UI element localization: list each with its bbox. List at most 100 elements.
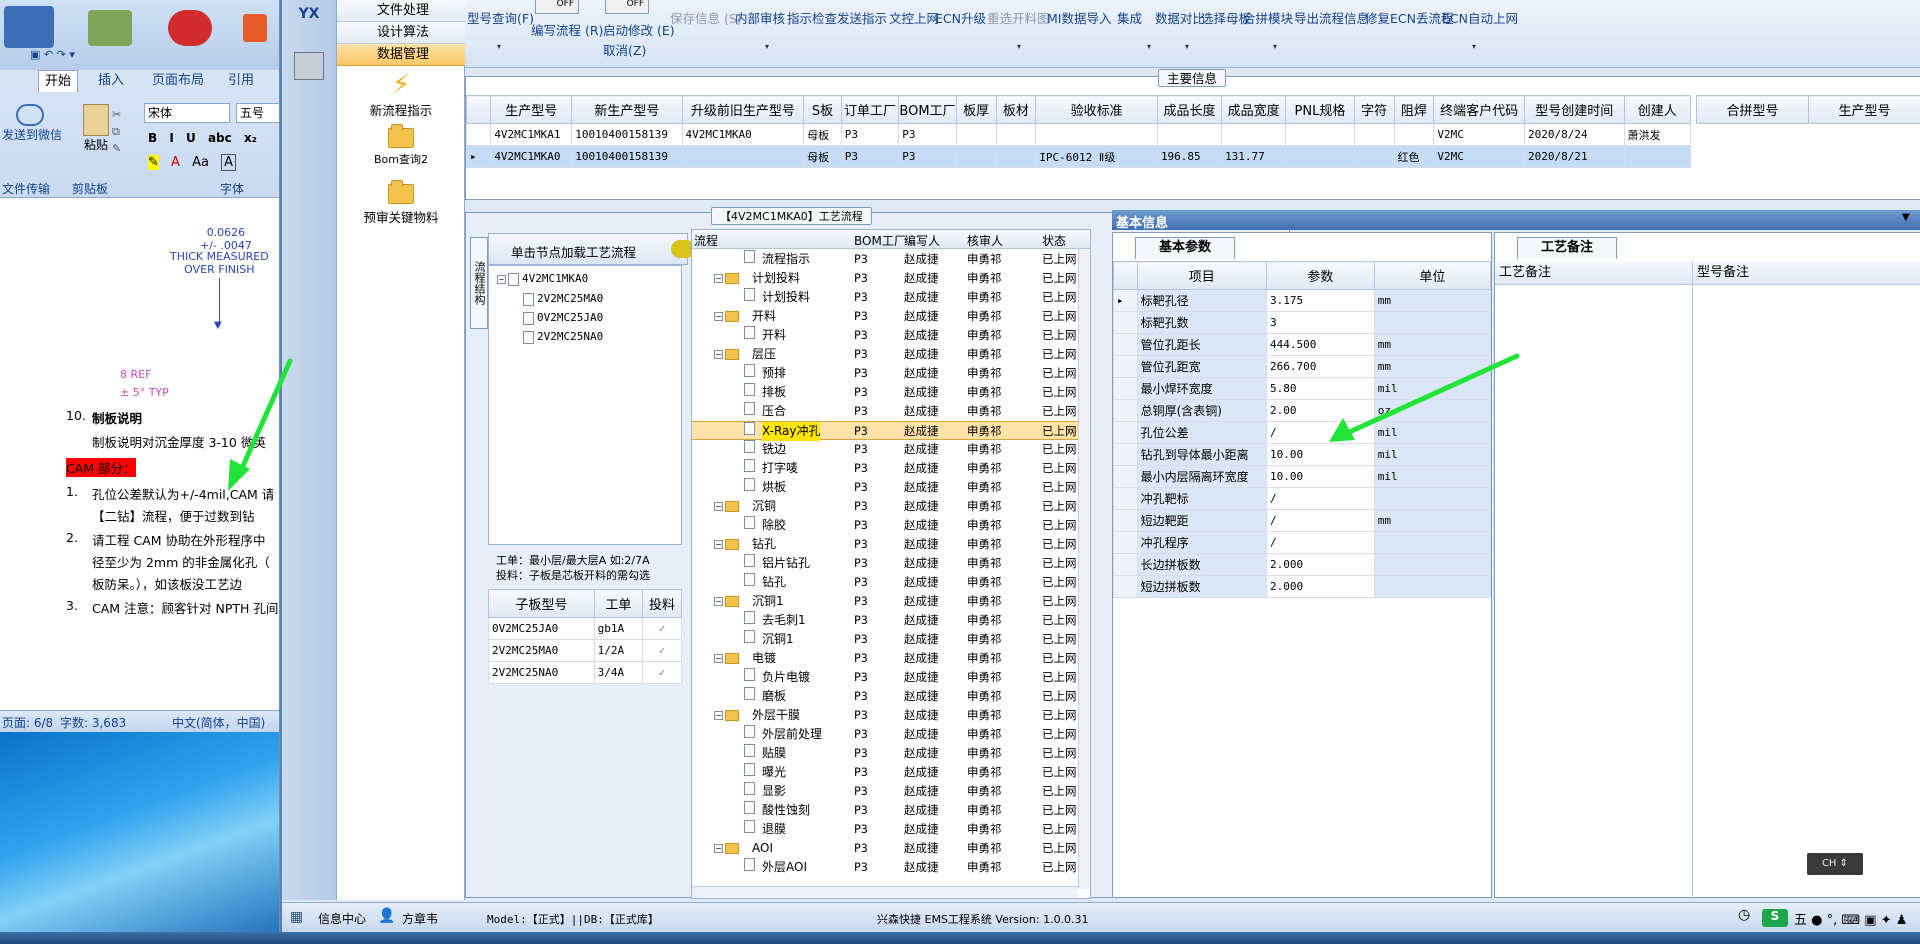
param-value[interactable]: 10.00 <box>1265 465 1375 488</box>
col-header[interactable]: 验收标准 <box>1035 95 1158 124</box>
calculator-icon[interactable] <box>294 52 324 80</box>
flow-row[interactable]: 开料 P3 赵成捷 申勇祁 已上网 <box>692 326 1078 345</box>
flow-row[interactable]: 酸性蚀刻 P3 赵成捷 申勇祁 已上网 <box>692 801 1078 820</box>
table-row[interactable]: 2V2MC25NA0 3/4A ✓ <box>488 661 682 684</box>
flow-row[interactable]: − 钻孔 P3 赵成捷 申勇祁 已上网 <box>692 535 1078 554</box>
chevron-down-icon[interactable]: ▾ <box>1472 42 1476 51</box>
flow-row[interactable]: − 开料 P3 赵成捷 申勇祁 已上网 <box>692 307 1078 326</box>
table-cell[interactable]: P3 <box>898 145 957 168</box>
col-header[interactable]: 升级前旧生产型号 <box>681 95 805 124</box>
toolbar-btn-10[interactable]: 重选开料图 <box>987 8 1050 27</box>
param-value[interactable]: / <box>1265 531 1375 554</box>
strikethrough-button[interactable]: abc <box>208 131 232 145</box>
model-remark-area[interactable]: 型号备注 <box>1693 261 1920 899</box>
flow-row[interactable]: − 计划投料 P3 赵成捷 申勇祁 已上网 <box>692 269 1078 288</box>
table-cell[interactable]: V2MC <box>1433 123 1525 146</box>
flow-row[interactable]: 计划投料 P3 赵成捷 申勇祁 已上网 <box>692 288 1078 307</box>
table-cell[interactable] <box>995 145 1037 168</box>
table-cell[interactable]: 131.77 <box>1221 145 1287 168</box>
font-name-select[interactable]: 宋体 <box>144 103 230 123</box>
toolbar-btn-0[interactable]: 型号查询(F) <box>467 8 534 27</box>
param-value[interactable]: 2.000 <box>1265 575 1375 598</box>
collapse-icon[interactable]: − <box>714 502 723 511</box>
chevron-down-icon[interactable]: ▾ <box>1147 42 1151 51</box>
flow-row[interactable]: − 层压 P3 赵成捷 申勇祁 已上网 <box>692 345 1078 364</box>
table-row[interactable]: 冲孔靶标 / <box>1113 487 1492 510</box>
tray-text[interactable]: 五 ● °, ⌨ ▣ ✦ ♟ <box>1794 909 1907 928</box>
flow-row[interactable]: 预排 P3 赵成捷 申勇祁 已上网 <box>692 364 1078 383</box>
font-size-select[interactable]: 五号 <box>236 103 279 123</box>
param-value[interactable]: 2.000 <box>1265 553 1375 576</box>
param-col-header[interactable]: 项目 <box>1136 261 1267 290</box>
col-header[interactable]: 新生产型号 <box>571 95 683 124</box>
table-cell[interactable]: P3 <box>898 123 957 146</box>
desktop-icon-3[interactable] <box>168 10 212 46</box>
table-cell[interactable]: P3 <box>840 123 900 146</box>
flow-row[interactable]: 负片电镀 P3 赵成捷 申勇祁 已上网 <box>692 668 1078 687</box>
toolbar-btn-3[interactable]: 取消(Z) <box>603 40 646 59</box>
toolbar-btn-16[interactable]: 导出流程信息 <box>1294 8 1369 27</box>
main-info-table[interactable]: 生产型号 新生产型号 升级前旧生产型号 S板 订单工厂 BOM工厂 板厚 板材 验收标准 成品长度… <box>465 95 1691 168</box>
col-header[interactable]: 订单工厂 <box>840 95 900 124</box>
col-header[interactable]: 成品宽度 <box>1221 95 1287 124</box>
table-cell[interactable]: 2020/8/24 <box>1523 123 1625 146</box>
table-row[interactable]: 标靶孔数 3 <box>1113 311 1492 334</box>
tree-node[interactable]: 2V2MC25MA0 <box>523 292 603 306</box>
table-cell[interactable] <box>681 145 805 168</box>
nav-row-data[interactable]: 数据管理 <box>337 44 465 66</box>
param-col-header[interactable]: 单位 <box>1373 261 1492 290</box>
side-col-header[interactable]: 生产型号 <box>1808 95 1920 124</box>
table-row[interactable]: 冲孔程序 / <box>1113 531 1492 554</box>
sub-col-header[interactable]: 工单 <box>593 589 644 618</box>
flow-row[interactable]: 沉铜1 P3 赵成捷 申勇祁 已上网 <box>692 630 1078 649</box>
font-color-buttons[interactable]: ✎ A Aa A <box>148 154 236 171</box>
nav-row-file[interactable]: 文件处理 <box>337 0 465 22</box>
underline-button[interactable]: U <box>186 131 196 145</box>
font-color-icon[interactable]: A <box>171 155 180 170</box>
flow-row[interactable]: − 外层干膜 P3 赵成捷 申勇祁 已上网 <box>692 706 1078 725</box>
flow-structure-tab[interactable]: 流程结构 <box>470 237 488 329</box>
toggle-switch-1[interactable]: OFF <box>605 0 649 14</box>
ime-s-icon[interactable]: S <box>1762 909 1788 927</box>
table-cell[interactable]: 4V2MC1MKA0 <box>681 123 805 146</box>
toolbar-btn-8[interactable]: 文控上网 <box>889 8 939 27</box>
sub-board-table[interactable]: 子板型号 工单 投料 0V2MC25JA0 gb1A ✓ 2V2MC25MA0 1/2A ✓ 2V… <box>488 589 682 684</box>
chevron-down-icon[interactable]: ▾ <box>1273 42 1277 51</box>
col-header[interactable]: 阻焊 <box>1393 95 1435 124</box>
wechat-button[interactable]: 发送到微信 <box>2 104 62 143</box>
subscript-button[interactable]: x₂ <box>244 131 257 145</box>
collapse-icon[interactable]: − <box>714 274 723 283</box>
sub-col-header[interactable]: 子板型号 <box>488 589 595 618</box>
table-cell[interactable] <box>1156 123 1223 146</box>
side-col-header[interactable]: 合拼型号 <box>1696 95 1809 124</box>
collapse-icon[interactable]: ▼ <box>1902 212 1910 223</box>
flow-row[interactable]: 除胶 P3 赵成捷 申勇祁 已上网 <box>692 516 1078 535</box>
flow-row[interactable]: − 沉铜1 P3 赵成捷 申勇祁 已上网 <box>692 592 1078 611</box>
chevron-down-icon[interactable]: ▾ <box>497 42 501 51</box>
flow-row[interactable]: 外层前处理 P3 赵成捷 申勇祁 已上网 <box>692 725 1078 744</box>
font-style-buttons[interactable]: B I U abc x₂ <box>148 131 257 145</box>
toolbar-btn-5[interactable]: 内部审核 <box>735 8 785 27</box>
tab-process-remark[interactable]: 工艺备注 <box>1517 237 1617 259</box>
toolbar-btn-11[interactable]: MI数据导入 <box>1047 8 1111 27</box>
nav-key-material[interactable]: 预审关键物料 <box>337 180 465 226</box>
toolbar-btn-12[interactable]: 集成 <box>1117 8 1142 27</box>
chevron-down-icon[interactable]: ▾ <box>1017 42 1021 51</box>
desktop-icon-2[interactable] <box>88 10 132 46</box>
word-tab-references[interactable]: 引用 <box>222 70 260 92</box>
highlight-icon[interactable]: ✎ <box>148 155 159 170</box>
chevron-down-icon[interactable]: ▾ <box>765 42 769 51</box>
table-row[interactable]: 最小内层隔离环宽度 10.00 mil <box>1113 465 1492 488</box>
table-cell[interactable]: ✓ <box>642 617 682 640</box>
tree-node[interactable]: 2V2MC25NA0 <box>523 330 603 344</box>
desktop-icon-4[interactable] <box>243 14 267 42</box>
flow-row[interactable]: 曝光 P3 赵成捷 申勇祁 已上网 <box>692 763 1078 782</box>
param-value[interactable]: 3 <box>1265 311 1375 334</box>
toolbar-btn-7[interactable]: 发送指示 <box>837 8 887 27</box>
table-row[interactable]: 长边拼板数 2.000 <box>1113 553 1492 576</box>
col-header[interactable]: 创建人 <box>1623 95 1691 124</box>
table-row[interactable]: ▸ 4V2MC1MKA0 10010400158139 母板 P3 P3 IPC-6012 … <box>465 145 1691 168</box>
desktop-icon-1[interactable] <box>4 6 54 48</box>
toolbar-btn-2[interactable]: 启动修改 (E) <box>603 20 675 39</box>
flow-row[interactable]: X-Ray冲孔 P3 赵成捷 申勇祁 已上网 <box>692 421 1078 441</box>
